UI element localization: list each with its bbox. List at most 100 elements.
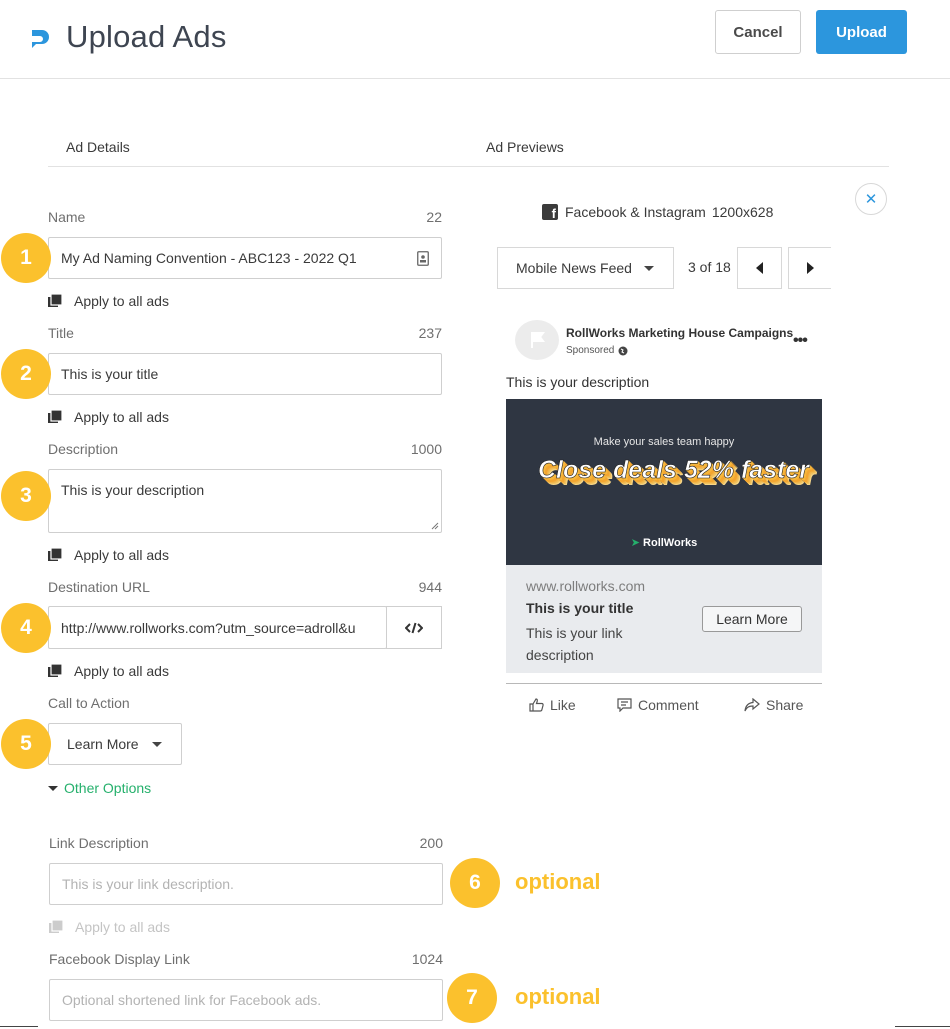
upload-button[interactable]: Upload xyxy=(816,10,907,54)
cta-label: Call to Action xyxy=(48,695,130,711)
thumbs-up-icon xyxy=(529,698,544,712)
description-label: Description xyxy=(48,441,119,457)
apply-all-label: Apply to all ads xyxy=(74,663,169,679)
link-card[interactable]: www.rollworks.com This is your title Thi… xyxy=(506,565,822,673)
ad-details-heading: Ad Details xyxy=(66,139,130,155)
creative-tagline: Make your sales team happy xyxy=(593,436,735,448)
link-description-label: Link Description xyxy=(49,835,149,851)
like-action[interactable]: Like xyxy=(529,697,576,713)
previous-button[interactable] xyxy=(737,247,782,289)
creative-brand-name: RollWorks xyxy=(643,537,698,549)
apply-all-label: Apply to all ads xyxy=(74,409,169,425)
apply-all-name[interactable]: Apply to all ads xyxy=(48,293,169,309)
rollworks-logo-icon: ➤ xyxy=(630,537,640,549)
share-label: Share xyxy=(766,697,804,713)
card-description: This is your link description xyxy=(526,625,623,663)
header: Upload Ads Cancel Upload xyxy=(0,0,950,79)
card-title: This is your title xyxy=(526,600,634,616)
copy-icon xyxy=(48,294,62,307)
url-char-count: 944 xyxy=(418,579,442,595)
url-input-value: http://www.rollworks.com?utm_source=adro… xyxy=(61,619,356,636)
title-input[interactable]: This is your title xyxy=(48,353,442,395)
cta-select[interactable]: Learn More xyxy=(48,723,182,765)
card-domain: www.rollworks.com xyxy=(526,578,646,594)
step-badge-6: 6 xyxy=(450,858,500,908)
other-options-toggle[interactable]: Other Options xyxy=(48,780,151,796)
adroll-logo-icon xyxy=(32,30,49,48)
sponsored-text: Sponsored xyxy=(566,345,615,356)
cta-select-value: Learn More xyxy=(67,736,139,752)
apply-all-title[interactable]: Apply to all ads xyxy=(48,409,169,425)
share-icon xyxy=(744,698,760,712)
url-label: Destination URL xyxy=(48,579,150,595)
close-preview-button[interactable]: ✕ xyxy=(855,183,887,215)
facebook-icon: f xyxy=(542,204,558,220)
pager-count: 3 of 18 xyxy=(688,259,731,275)
ad-size: 1200x628 xyxy=(711,204,774,220)
placement-value: Mobile News Feed xyxy=(516,260,632,276)
apply-all-url[interactable]: Apply to all ads xyxy=(48,663,169,679)
display-link-input[interactable]: Optional shortened link for Facebook ads… xyxy=(49,979,443,1021)
name-label: Name xyxy=(48,209,86,225)
display-link-label: Facebook Display Link xyxy=(49,951,190,967)
bottom-edge-rule xyxy=(0,1026,38,1027)
copy-icon xyxy=(48,548,62,561)
sponsored-label: Sponsored xyxy=(566,345,628,356)
page-name: RollWorks Marketing House Campaigns xyxy=(566,326,794,340)
card-cta-button[interactable]: Learn More xyxy=(702,606,802,632)
ad-creative-image: Make your sales team happy Close deals 5… xyxy=(506,399,822,565)
contact-card-icon[interactable] xyxy=(417,251,429,266)
copy-icon xyxy=(48,410,62,423)
chevron-down-icon xyxy=(643,265,654,271)
url-input[interactable]: http://www.rollworks.com?utm_source=adro… xyxy=(48,606,387,649)
name-char-count: 22 xyxy=(426,209,442,225)
display-link-char-count: 1024 xyxy=(411,951,443,967)
placement-select[interactable]: Mobile News Feed xyxy=(497,247,674,289)
resize-grip-icon[interactable] xyxy=(431,522,439,530)
optional-note: optional xyxy=(515,869,601,894)
title-char-count: 237 xyxy=(418,325,442,341)
chevron-left-icon xyxy=(755,262,763,274)
platform-name: Facebook & Instagram xyxy=(565,204,706,220)
url-builder-button[interactable] xyxy=(386,606,442,649)
chevron-down-icon xyxy=(151,741,162,747)
description-textarea-value: This is your description xyxy=(61,482,205,498)
apply-all-link-description[interactable]: Apply to all ads xyxy=(49,919,170,935)
share-action[interactable]: Share xyxy=(744,697,803,713)
chevron-right-icon xyxy=(807,262,814,274)
comment-label: Comment xyxy=(638,697,699,713)
page-title: Upload Ads xyxy=(66,19,227,54)
creative-brand: ➤ RollWorks xyxy=(506,536,822,549)
post-divider xyxy=(506,683,822,684)
page-avatar xyxy=(515,320,559,360)
section-divider xyxy=(48,166,889,167)
caret-down-icon xyxy=(48,785,58,791)
comment-action[interactable]: Comment xyxy=(617,697,699,713)
name-input[interactable]: My Ad Naming Convention - ABC123 - 2022 … xyxy=(48,237,442,279)
next-button[interactable] xyxy=(788,247,831,289)
description-textarea[interactable]: This is your description xyxy=(48,469,442,533)
more-options-icon[interactable]: ••• xyxy=(793,332,808,350)
name-input-value: My Ad Naming Convention - ABC123 - 2022 … xyxy=(61,250,357,266)
link-description-input[interactable]: This is your link description. xyxy=(49,863,443,905)
post-description: This is your description xyxy=(506,374,650,390)
step-badge-4: 4 xyxy=(1,603,51,653)
title-input-value: This is your title xyxy=(61,366,159,382)
step-badge-7: 7 xyxy=(447,973,497,1023)
step-badge-5: 5 xyxy=(1,719,51,769)
close-icon: ✕ xyxy=(864,191,878,208)
apply-all-description[interactable]: Apply to all ads xyxy=(48,547,169,563)
link-description-char-count: 200 xyxy=(419,835,443,851)
ad-previews-heading: Ad Previews xyxy=(486,139,564,155)
creative-headline: Close deals 52% faster xyxy=(538,456,810,485)
other-options-label: Other Options xyxy=(64,780,152,796)
description-char-count: 1000 xyxy=(410,441,442,457)
link-description-placeholder: This is your link description. xyxy=(62,876,234,892)
copy-icon xyxy=(48,664,62,677)
comment-icon xyxy=(617,698,632,712)
code-icon xyxy=(404,622,423,633)
display-link-placeholder: Optional shortened link for Facebook ads… xyxy=(62,992,322,1008)
cancel-button[interactable]: Cancel xyxy=(715,10,801,54)
apply-all-label: Apply to all ads xyxy=(74,547,169,563)
flag-icon xyxy=(531,332,545,348)
